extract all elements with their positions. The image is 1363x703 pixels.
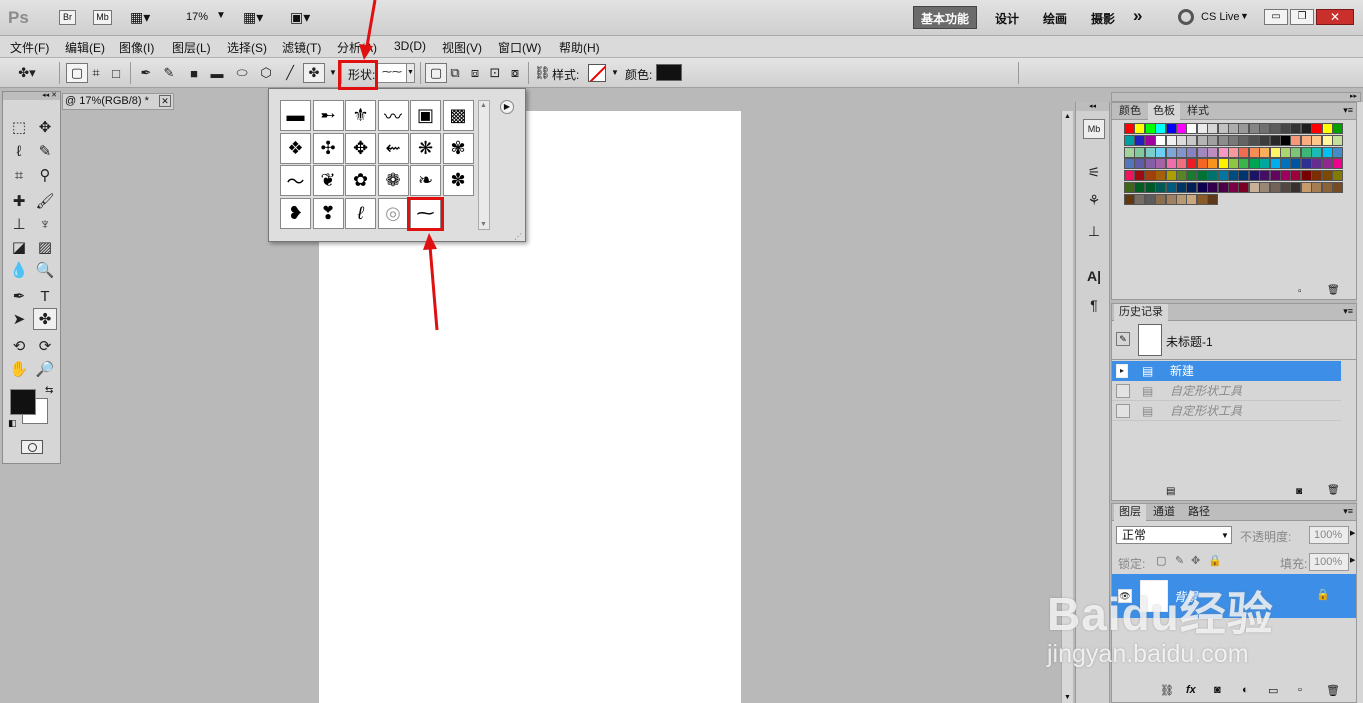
baidu-watermark: Baidu经验 bbox=[1047, 588, 1274, 640]
watermark-url: jingyan.baidu.com bbox=[1047, 640, 1249, 668]
